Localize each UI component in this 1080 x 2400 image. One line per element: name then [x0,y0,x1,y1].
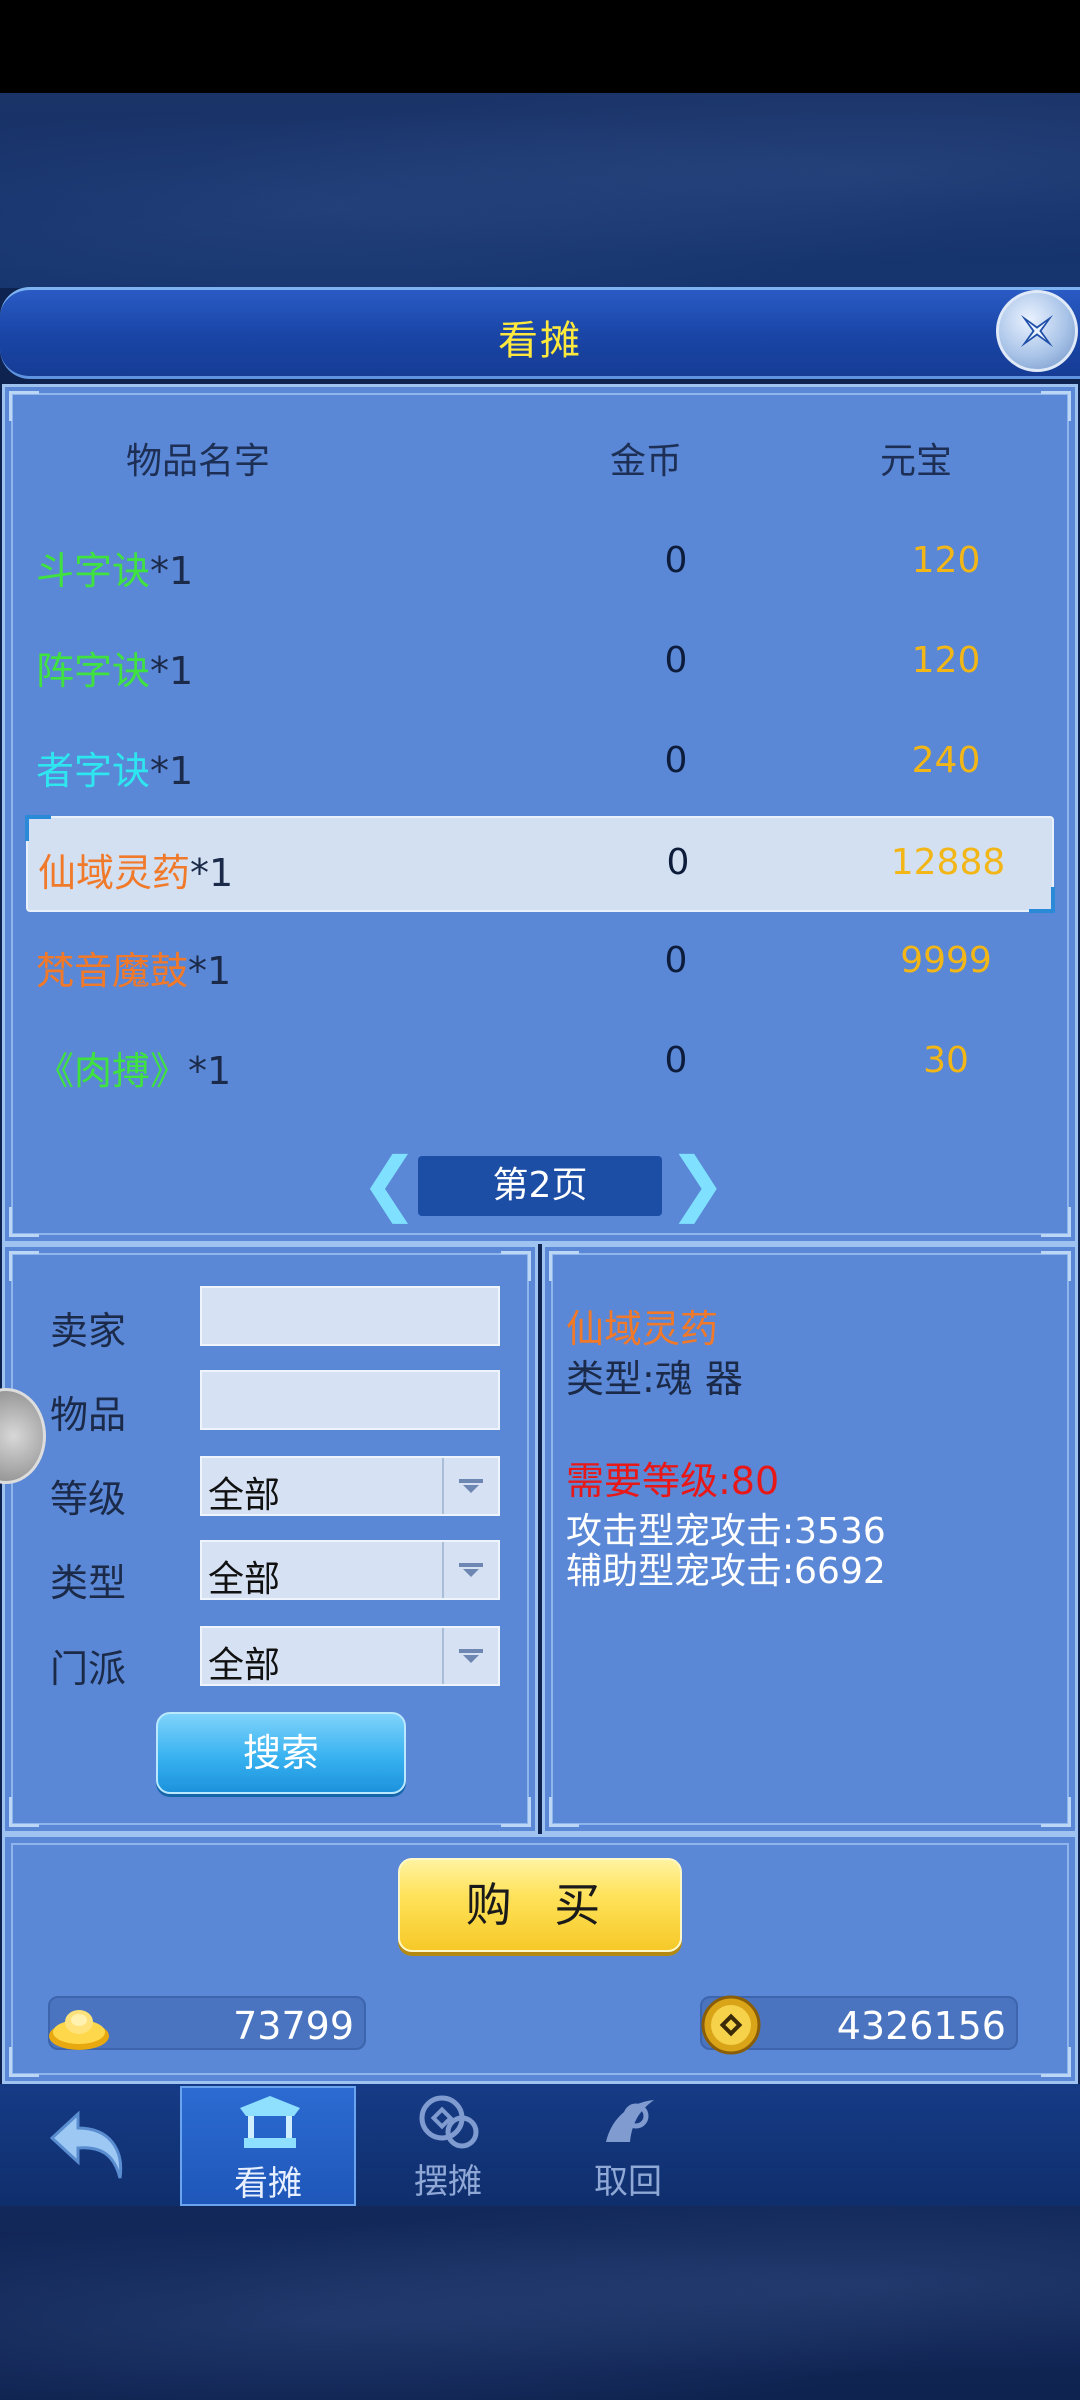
tab-browse-label: 看摊 [234,2164,302,2204]
tab-stall-label: 摆摊 [414,2162,482,2202]
item-gold-price: 0 [664,540,688,581]
coins-icon [419,2095,479,2149]
gold-balance: 4326156 [700,1995,1018,2055]
page-indicator: 第2页 [418,1156,662,1216]
chevron-down-icon [442,1542,498,1598]
close-icon [1020,314,1054,348]
table-row[interactable]: 梵音魔鼓*1 0 9999 [26,916,1054,1012]
tab-browse-stalls[interactable]: 看摊 [180,2086,356,2206]
title-bar: 看摊 [0,287,1080,379]
gold-coin-icon [701,1995,761,2055]
table-row[interactable]: 仙域灵药*1 0 12888 [25,815,1055,913]
item-name: 仙域灵药*1 [38,851,234,895]
level-label: 等级 [50,1477,127,1521]
level-select[interactable]: 全部 [200,1456,500,1516]
table-row[interactable]: 斗字诀*1 0 120 [26,516,1054,612]
item-list-panel [2,384,1078,1244]
item-yuanbao-price: 12888 [890,842,1006,883]
search-button[interactable]: 搜索 [156,1712,406,1794]
type-select-value: 全部 [208,1559,281,1600]
item-name: 阵字诀*1 [36,649,194,693]
item-gold-price: 0 [664,940,688,981]
detail-required-level: 需要等级:80 [566,1459,780,1503]
detail-item-type: 类型:魂 器 [566,1357,743,1401]
column-header-name: 物品名字 [126,441,271,482]
page-title: 看摊 [498,318,582,364]
detail-support-pet: 辅助型宠攻击:6692 [566,1551,886,1592]
item-label: 物品 [50,1393,127,1437]
type-label: 类型 [50,1561,127,1605]
item-gold-price: 0 [664,1040,688,1081]
sect-label: 门派 [50,1647,127,1691]
table-row[interactable]: 者字诀*1 0 240 [26,716,1054,812]
detail-item-name: 仙域灵药 [566,1307,719,1351]
yuanbao-balance: 73799 [48,1996,366,2050]
next-page-button[interactable]: ❯ [668,1148,727,1218]
item-gold-price: 0 [666,842,690,883]
yuanbao-ingot-icon [49,2010,109,2050]
item-gold-price: 0 [664,740,688,781]
table-row[interactable]: 阵字诀*1 0 120 [26,616,1054,712]
item-name: 斗字诀*1 [36,549,194,593]
close-button[interactable] [996,290,1078,372]
level-select-value: 全部 [208,1475,281,1516]
sect-select-value: 全部 [208,1645,281,1686]
sect-select[interactable]: 全部 [200,1626,500,1686]
seller-input[interactable] [200,1286,500,1346]
background-bottom [0,2205,1080,2400]
gold-amount: 4326156 [836,2004,1006,2048]
type-select[interactable]: 全部 [200,1540,500,1600]
column-header-yuanbao: 元宝 [880,441,953,482]
item-name: 者字诀*1 [36,749,194,793]
item-name: 《肉搏》*1 [36,1049,232,1093]
tab-set-up-stall[interactable]: 摆摊 [360,2086,536,2206]
column-header-gold: 金币 [610,441,683,482]
item-yuanbao-price: 9999 [900,940,992,981]
item-yuanbao-price: 30 [923,1040,969,1081]
item-gold-price: 0 [664,640,688,681]
tab-retrieve-label: 取回 [594,2162,662,2202]
stall-icon [240,2096,300,2148]
item-yuanbao-price: 120 [911,540,981,581]
tab-retrieve[interactable]: 取回 [540,2086,716,2206]
item-name: 梵音魔鼓*1 [36,949,232,993]
back-arrow-icon[interactable] [44,2100,134,2190]
yuanbao-amount: 73799 [233,2004,354,2048]
retrieve-icon [606,2100,654,2142]
table-row[interactable]: 《肉搏》*1 0 30 [26,1016,1054,1112]
chevron-down-icon [442,1458,498,1514]
status-bar [0,0,1080,93]
chevron-down-icon [442,1628,498,1684]
item-input[interactable] [200,1370,500,1430]
item-yuanbao-price: 120 [911,640,981,681]
seller-label: 卖家 [50,1309,127,1353]
background-top [0,93,1080,288]
previous-page-button[interactable]: ❮ [360,1148,419,1218]
buy-button[interactable]: 购 买 [398,1858,682,1952]
item-yuanbao-price: 240 [911,740,981,781]
